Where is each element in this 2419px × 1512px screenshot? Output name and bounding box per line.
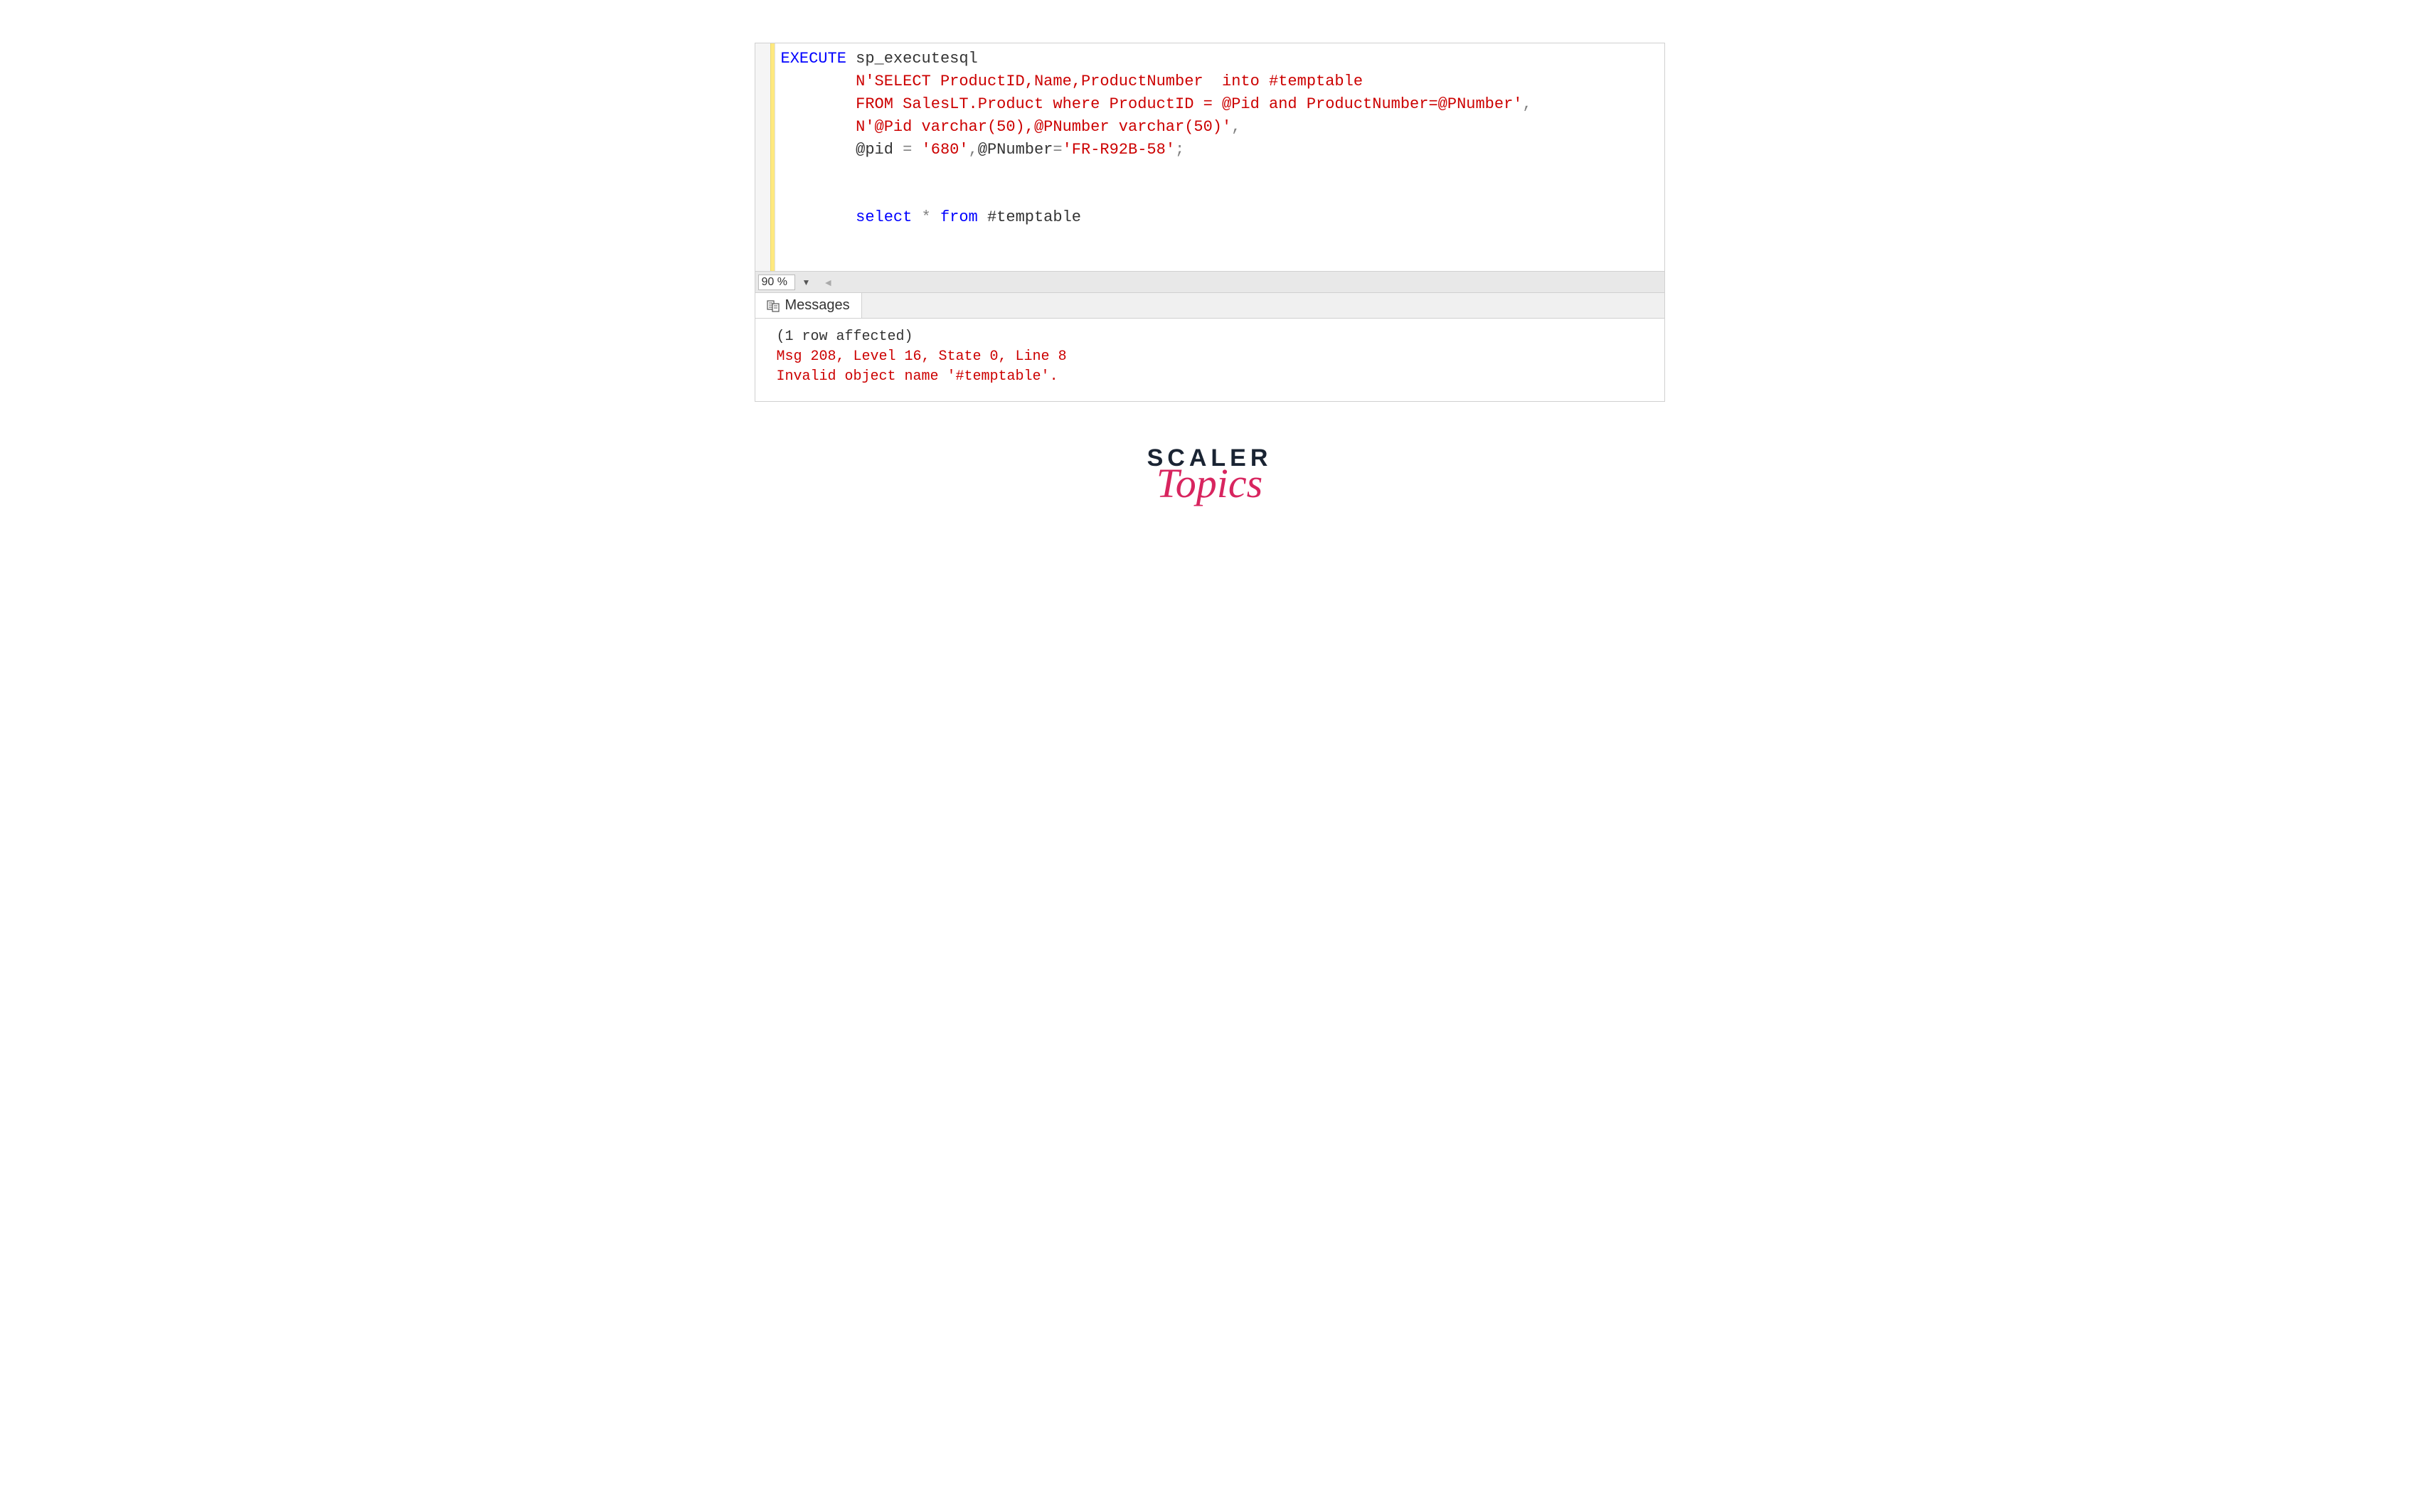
sql-string-line2: N'SELECT ProductID,Name,ProductNumber in…	[856, 73, 1363, 90]
zoom-dropdown-arrow[interactable]: ▼	[799, 277, 814, 287]
brand-topics-text: Topics	[1147, 459, 1272, 507]
message-error-body: Invalid object name '#temptable'.	[777, 367, 1643, 387]
zoom-value[interactable]: 90 %	[758, 275, 795, 290]
value-680: '680'	[912, 141, 968, 159]
tab-messages[interactable]: Messages	[755, 293, 862, 318]
messages-pane[interactable]: (1 row affected) Msg 208, Level 16, Stat…	[755, 319, 1664, 401]
brand-logo: SCALER Topics	[1147, 444, 1272, 507]
zoom-control[interactable]: 90 % ▼	[758, 275, 814, 290]
gutter-background	[755, 43, 770, 271]
comma: ,	[1231, 118, 1240, 136]
sql-string-line4: N'@Pid varchar(50),@PNumber varchar(50)'	[856, 118, 1231, 136]
editor-pane: EXECUTE sp_executesql N'SELECT ProductID…	[755, 43, 1664, 271]
value-fr: 'FR-R92B-58'	[1063, 141, 1175, 159]
proc-name: sp_executesql	[846, 50, 978, 68]
scroll-left-icon[interactable]: ◄	[823, 277, 833, 288]
message-error-header: Msg 208, Level 16, State 0, Line 8	[777, 347, 1643, 367]
zoom-status-bar: 90 % ▼ ◄	[755, 271, 1664, 292]
sql-string-line3: FROM SalesLT.Product where ProductID = @…	[856, 95, 1522, 113]
star: *	[912, 208, 940, 226]
comma: ,	[1522, 95, 1531, 113]
editor-gutter	[755, 43, 775, 271]
keyword-execute: EXECUTE	[781, 50, 846, 68]
semicolon: ;	[1175, 141, 1184, 159]
code-editor[interactable]: EXECUTE sp_executesql N'SELECT ProductID…	[775, 43, 1664, 271]
message-rows-affected: (1 row affected)	[777, 327, 1643, 347]
messages-icon	[767, 299, 780, 312]
results-tab-strip: Messages	[755, 292, 1664, 319]
change-marker	[770, 43, 775, 271]
keyword-select: select	[856, 208, 912, 226]
param-pnumber: @PNumber	[978, 141, 1053, 159]
ssms-window: EXECUTE sp_executesql N'SELECT ProductID…	[755, 43, 1665, 402]
temptable-ref: #temptable	[978, 208, 1081, 226]
param-pid: @pid	[856, 141, 903, 159]
keyword-from: from	[940, 208, 978, 226]
tab-messages-label: Messages	[785, 297, 850, 314]
